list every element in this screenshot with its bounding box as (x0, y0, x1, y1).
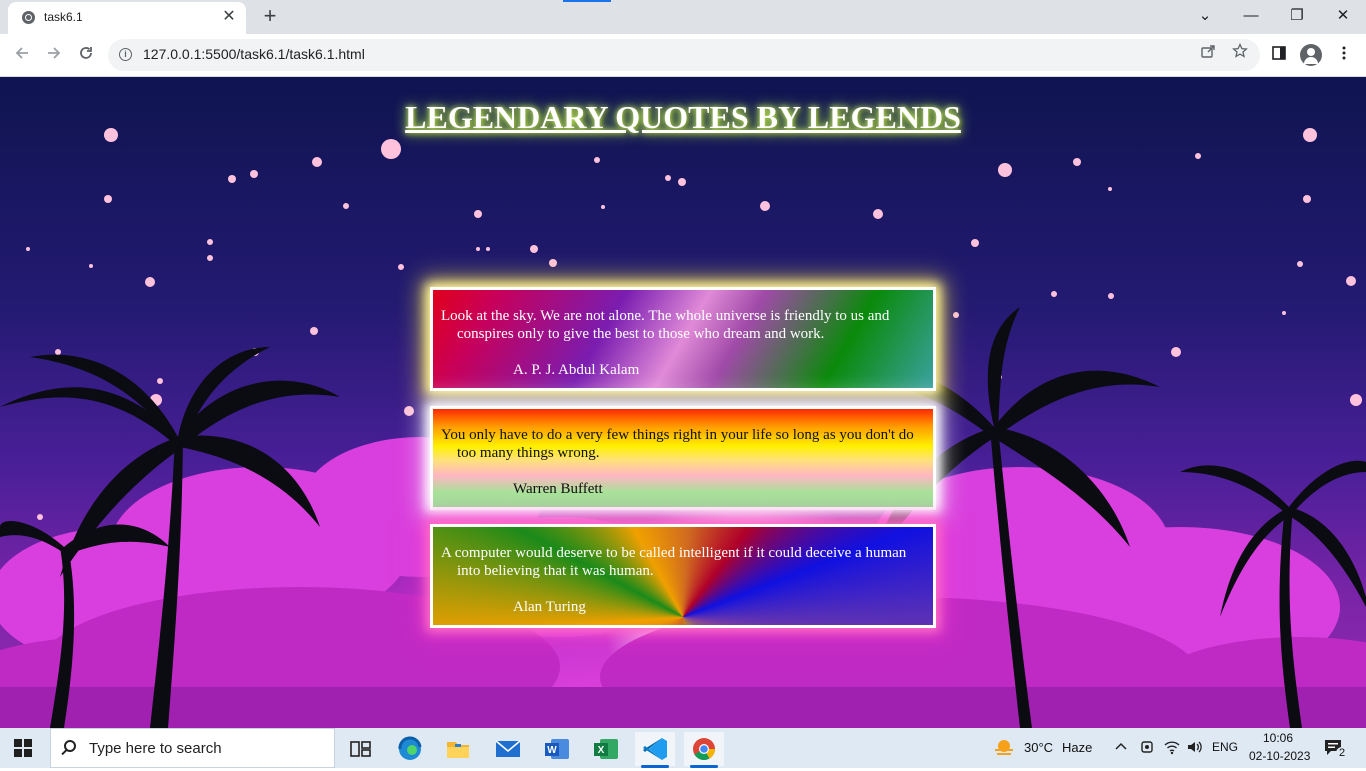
globe-icon (22, 11, 35, 24)
task-view-icon[interactable] (340, 732, 380, 766)
profile-avatar-icon[interactable] (1300, 44, 1322, 66)
windows-start-icon[interactable] (14, 739, 32, 757)
site-info-icon[interactable]: i (119, 48, 132, 61)
quote-text: A computer would deserve to be called in… (441, 545, 907, 579)
bookmark-star-icon[interactable] (1228, 42, 1252, 67)
page-title: LEGENDARY QUOTES BY LEGENDS (405, 99, 961, 135)
weather-haze-icon[interactable] (992, 737, 1016, 762)
edge-icon[interactable] (390, 732, 430, 766)
weather-description[interactable]: Haze (1062, 740, 1092, 755)
excel-icon[interactable]: X (586, 732, 626, 766)
meet-now-icon[interactable] (1139, 739, 1155, 758)
browser-toolbar: i 127.0.0.1:5500/task6.1/task6.1.html (0, 34, 1366, 77)
page-viewport: LEGENDARY QUOTES BY LEGENDS Look at the … (0, 77, 1366, 728)
more-menu-icon[interactable] (1331, 42, 1357, 68)
taskbar-search-box[interactable]: Type here to search (50, 728, 335, 768)
quote-author: Warren Buffett (513, 481, 603, 497)
close-window-button[interactable]: ✕ (1320, 3, 1366, 29)
tab-indicator (563, 0, 611, 2)
quote-card-kalam: Look at the sky. We are not alone. The w… (430, 287, 936, 391)
chrome-icon[interactable] (684, 732, 724, 768)
svg-text:X: X (598, 745, 605, 756)
chevron-up-icon[interactable] (1114, 739, 1128, 756)
share-icon[interactable] (1196, 43, 1220, 67)
forward-icon[interactable] (41, 42, 67, 68)
quote-author: A. P. J. Abdul Kalam (513, 362, 640, 378)
vscode-icon[interactable] (635, 732, 675, 768)
clock-date[interactable]: 02-10-2023 (1249, 749, 1310, 763)
search-placeholder: Type here to search (89, 740, 222, 757)
side-panel-icon[interactable] (1266, 42, 1292, 68)
tab-close-button[interactable]: ✕ (220, 8, 238, 26)
browser-tab[interactable]: task6.1 ✕ (8, 2, 246, 34)
tab-search-button[interactable]: ⌄ (1182, 3, 1228, 29)
quote-author: Alan Turing (513, 599, 586, 615)
quote-card-turing: A computer would deserve to be called in… (430, 524, 936, 628)
mail-icon[interactable] (488, 732, 528, 766)
url-text[interactable]: 127.0.0.1:5500/task6.1/task6.1.html (143, 46, 365, 62)
search-icon (64, 740, 76, 752)
address-bar[interactable]: i 127.0.0.1:5500/task6.1/task6.1.html (108, 39, 1260, 71)
wifi-icon[interactable] (1163, 739, 1181, 758)
svg-text:W: W (547, 745, 557, 756)
input-language[interactable]: ENG (1212, 740, 1238, 754)
restore-button[interactable]: ❐ (1274, 3, 1320, 29)
quote-text: Look at the sky. We are not alone. The w… (441, 308, 890, 342)
file-explorer-icon[interactable] (438, 732, 478, 766)
weather-temperature[interactable]: 30°C (1024, 740, 1053, 755)
clock-time[interactable]: 10:06 (1263, 731, 1293, 745)
word-icon[interactable]: W (537, 732, 577, 766)
minimize-button[interactable]: — (1228, 3, 1274, 29)
windows-taskbar: Type here to search W X 30°C Haze ENG 10… (0, 728, 1366, 768)
notification-count-badge: 2 (1336, 747, 1348, 759)
quote-card-buffett: You only have to do a very few things ri… (430, 406, 936, 510)
tab-title: task6.1 (44, 10, 83, 24)
volume-icon[interactable] (1186, 739, 1204, 758)
night-sky-background (0, 128, 1366, 728)
quote-text: You only have to do a very few things ri… (441, 427, 914, 461)
new-tab-button[interactable]: + (258, 4, 282, 28)
browser-tabstrip: task6.1 ✕ + ⌄ — ❐ ✕ (0, 0, 1366, 34)
back-icon[interactable] (9, 42, 35, 68)
reload-icon[interactable] (73, 42, 99, 68)
